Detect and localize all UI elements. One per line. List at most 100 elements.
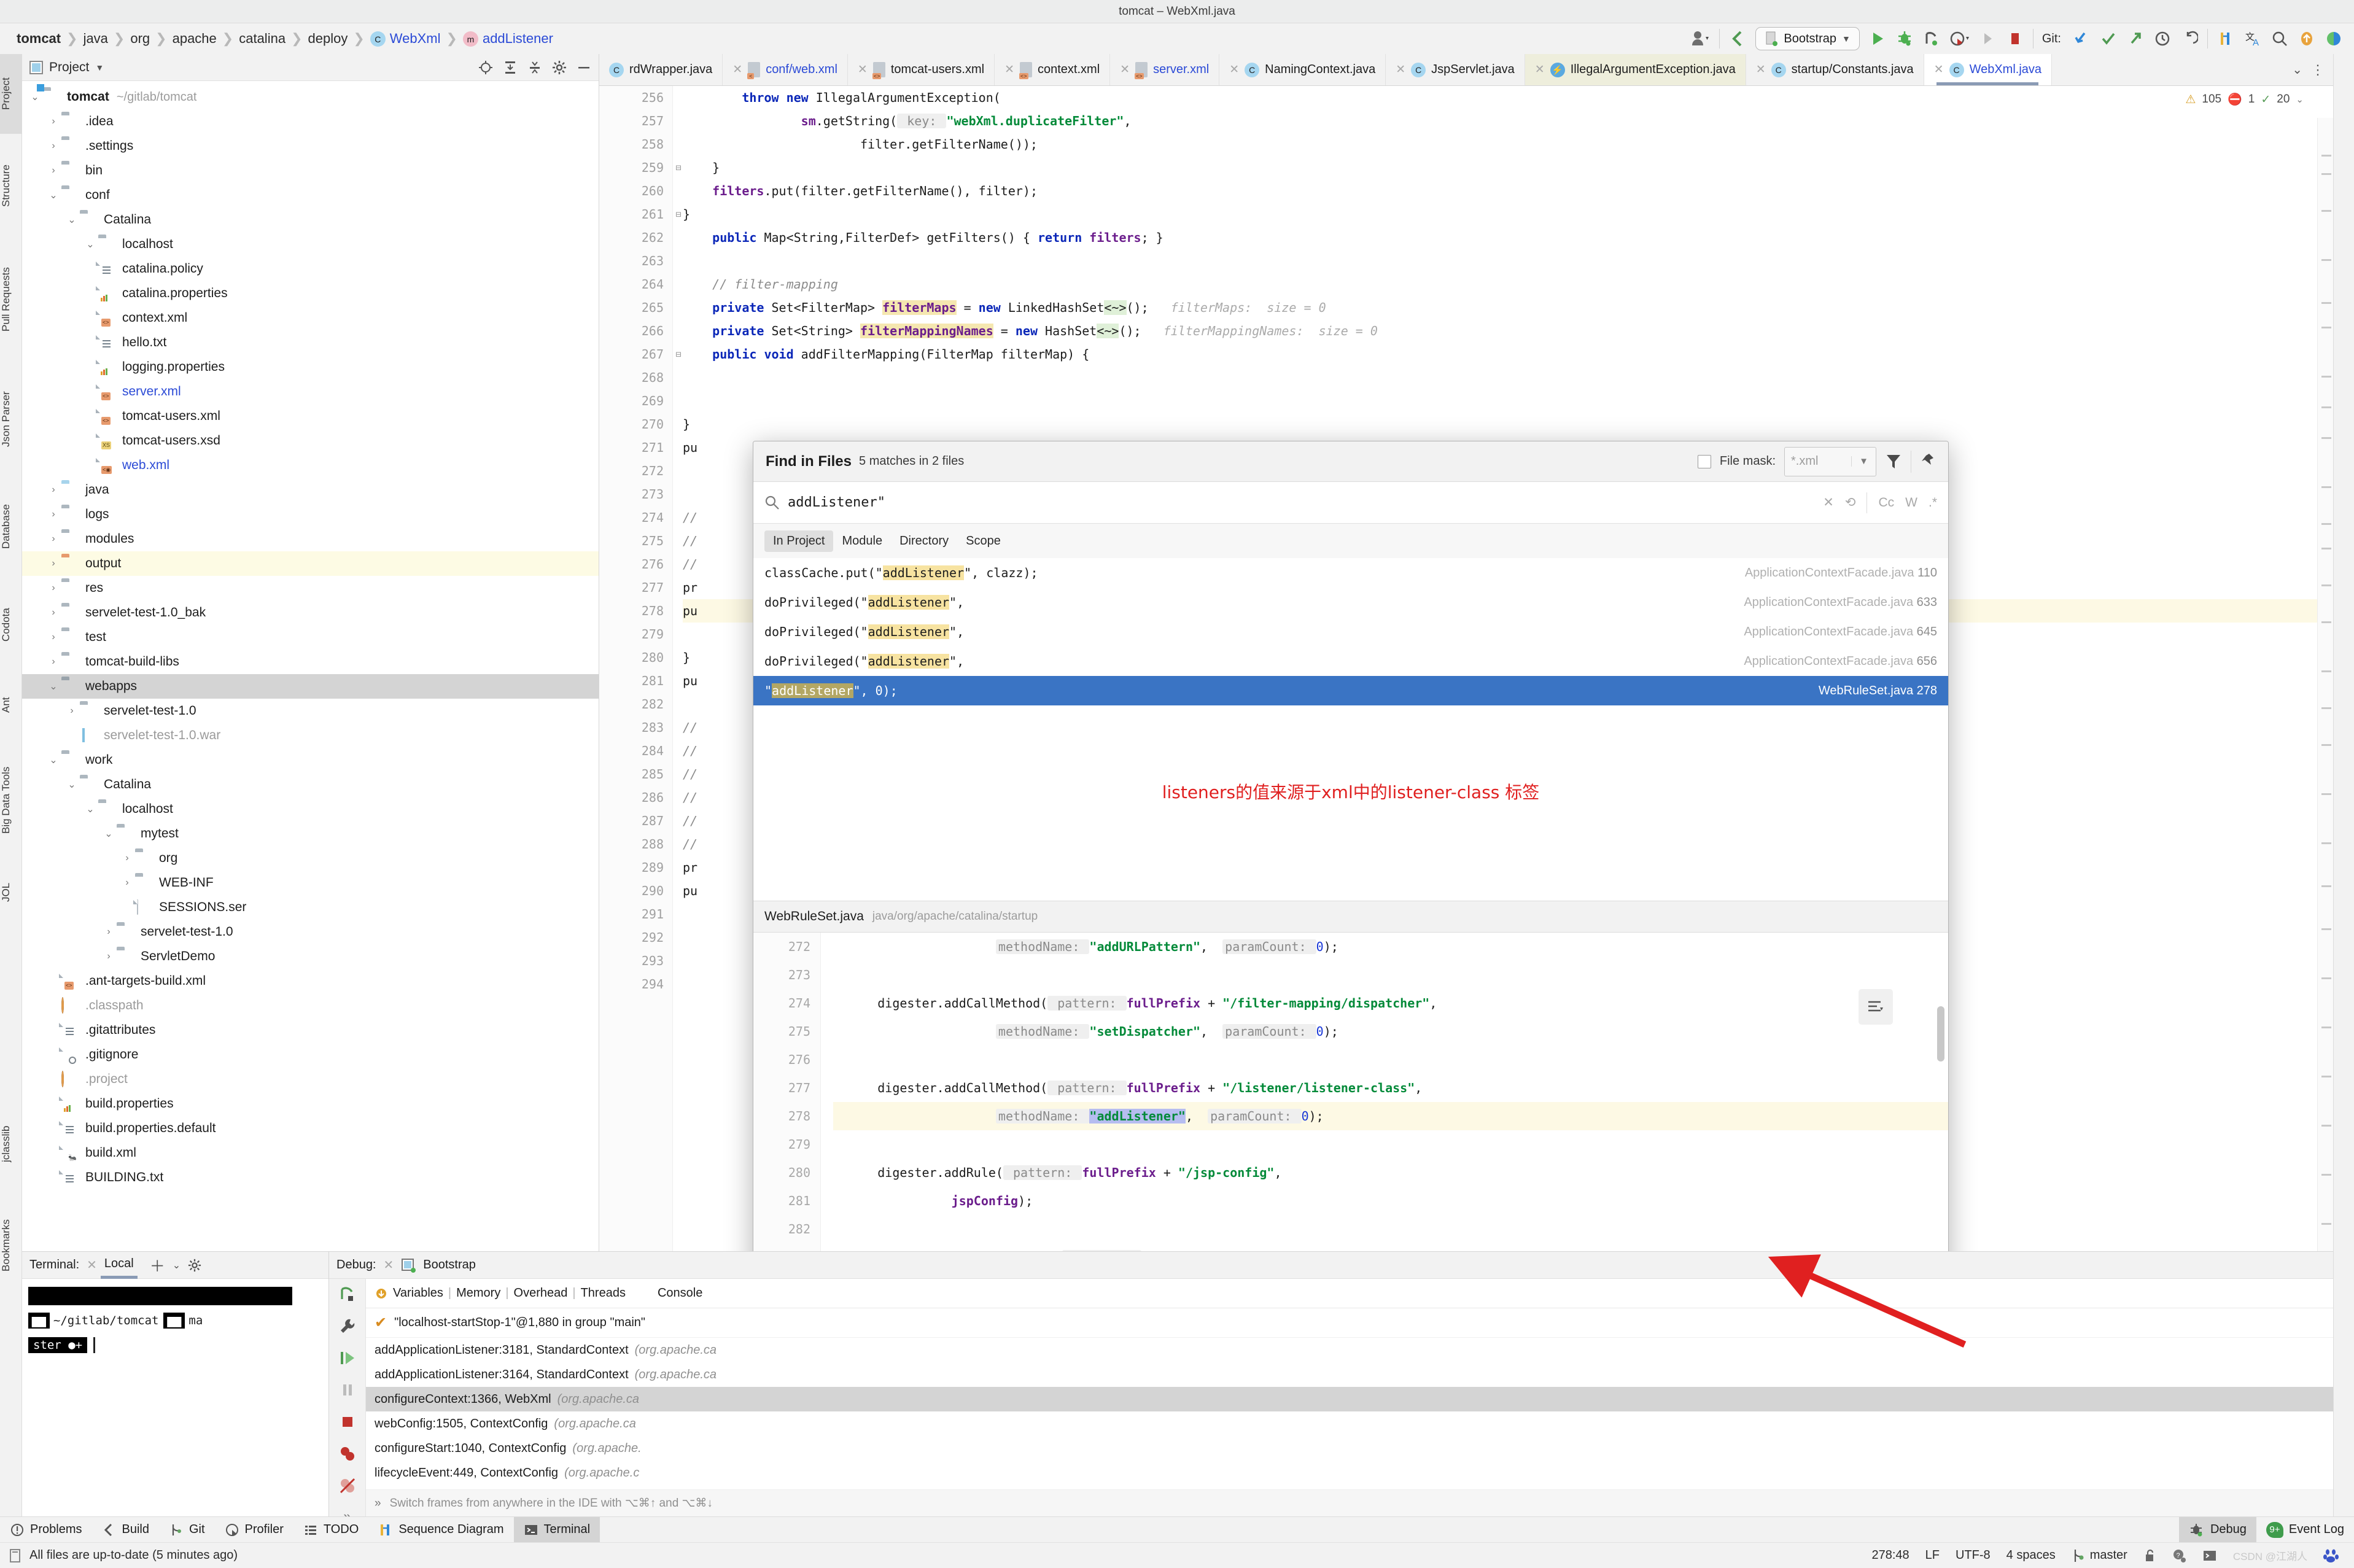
tree-expand-arrow[interactable]: › xyxy=(45,141,61,152)
collapse-all-icon[interactable] xyxy=(527,60,542,75)
tree-expand-arrow[interactable]: › xyxy=(101,926,117,937)
close-icon[interactable]: ✕ xyxy=(858,63,868,77)
tool-button-debug[interactable]: Debug xyxy=(2179,1517,2256,1543)
file-mask-checkbox[interactable] xyxy=(1698,455,1711,468)
preview-settings-icon[interactable] xyxy=(1859,989,1893,1025)
tree-expand-arrow[interactable]: › xyxy=(101,951,117,962)
updates-icon[interactable] xyxy=(2298,25,2316,52)
close-icon[interactable]: ✕ xyxy=(1756,63,1766,77)
close-icon[interactable]: ✕ xyxy=(87,1257,97,1273)
tree-node-build-properties-default[interactable]: build.properties.default xyxy=(22,1116,599,1141)
tree-node-servelet-test-1-0[interactable]: ›servelet-test-1.0 xyxy=(22,699,599,723)
tree-node-servelet-test-1-0-war[interactable]: servelet-test-1.0.war xyxy=(22,723,599,748)
resume-icon[interactable] xyxy=(338,1349,357,1367)
tree-node-webapps[interactable]: ⌄webapps xyxy=(22,674,599,699)
tree-expand-arrow[interactable]: ⌄ xyxy=(45,680,61,693)
tree-node-servelet-test-1-0-bak[interactable]: ›servelet-test-1.0_bak xyxy=(22,600,599,625)
step-icon[interactable] xyxy=(1979,25,1997,52)
marker-stripe[interactable] xyxy=(2321,584,2331,586)
marker-stripe[interactable] xyxy=(2321,977,2331,979)
settings-gear-icon[interactable] xyxy=(552,60,567,75)
tree-node--project[interactable]: .project xyxy=(22,1067,599,1092)
tab-threads[interactable]: Threads xyxy=(576,1286,631,1300)
more-icon[interactable]: » xyxy=(343,1508,351,1516)
tree-node-context-xml[interactable]: <>context.xml xyxy=(22,306,599,330)
expand-all-icon[interactable] xyxy=(503,60,518,75)
editor-tab-rdwrapper-java[interactable]: CrdWrapper.java xyxy=(599,54,723,85)
breadcrumb-item-tomcat[interactable]: tomcat xyxy=(11,31,66,47)
tree-node-localhost[interactable]: ⌄localhost xyxy=(22,232,599,257)
debug-tab-bootstrap[interactable]: Bootstrap xyxy=(423,1258,476,1272)
sidebar-item-big-data-tools[interactable]: Big Data Tools xyxy=(0,742,22,858)
git-commit-icon[interactable] xyxy=(2099,25,2118,52)
editor-tab-webxml-java[interactable]: ✕CWebXml.java xyxy=(1924,54,2052,85)
find-result-row[interactable]: doPrivileged("addListener",ApplicationCo… xyxy=(753,588,1948,617)
theme-icon[interactable] xyxy=(2325,25,2343,52)
close-icon[interactable]: ✕ xyxy=(1229,63,1239,77)
stop-icon[interactable] xyxy=(338,1413,357,1431)
tree-node-modules[interactable]: ›modules xyxy=(22,527,599,551)
locate-icon[interactable] xyxy=(478,60,493,75)
tree-node-server-xml[interactable]: <>server.xml xyxy=(22,379,599,404)
search-input[interactable]: addListener" xyxy=(788,495,1816,510)
project-panel-title[interactable]: Project xyxy=(49,60,89,75)
marker-stripe[interactable] xyxy=(2321,210,2331,212)
tree-node--ant-targets-build-xml[interactable]: <>.ant-targets-build.xml xyxy=(22,969,599,993)
hide-icon[interactable] xyxy=(577,60,591,75)
editor-tab-startup-constants-java[interactable]: ✕Cstartup/Constants.java xyxy=(1746,54,1924,85)
editor-tab-illegalargumentexception-java[interactable]: ✕⚡IllegalArgumentException.java xyxy=(1525,54,1746,85)
user-avatar-icon[interactable] xyxy=(1690,25,1711,52)
tree-expand-arrow[interactable]: ⌄ xyxy=(82,803,98,815)
lock-icon[interactable] xyxy=(2143,1548,2156,1563)
tree-expand-arrow[interactable]: ⌄ xyxy=(45,754,61,766)
debug-frame-row[interactable]: configureContext:1366, WebXml(org.apache… xyxy=(366,1387,2333,1411)
editor-tab-server-xml[interactable]: ✕server.xml xyxy=(1110,54,1219,85)
scope-scope[interactable]: Scope xyxy=(957,530,1009,552)
tree-expand-arrow[interactable]: ⌄ xyxy=(27,91,43,103)
sidebar-item-structure[interactable]: Structure xyxy=(0,140,22,232)
tree-expand-arrow[interactable]: › xyxy=(45,116,61,127)
tool-button-sequence-diagram[interactable]: Sequence Diagram xyxy=(368,1517,513,1543)
marker-stripe[interactable] xyxy=(2321,302,2331,304)
tab-console[interactable]: Console xyxy=(653,1286,707,1300)
chevron-down-icon[interactable]: ⌄ xyxy=(2292,62,2302,77)
tree-node-tomcat-users-xml[interactable]: <>tomcat-users.xml xyxy=(22,404,599,429)
tree-node-test[interactable]: ›test xyxy=(22,625,599,650)
rerun-icon[interactable] xyxy=(338,1285,357,1303)
marker-stripe[interactable] xyxy=(2321,1125,2331,1127)
find-result-row[interactable]: doPrivileged("addListener",ApplicationCo… xyxy=(753,617,1948,646)
find-results-list[interactable]: classCache.put("addListener", clazz);App… xyxy=(753,558,1948,705)
git-branch-widget[interactable]: master xyxy=(2072,1548,2127,1563)
sidebar-item-jol[interactable]: JOL xyxy=(0,864,22,920)
terminal-tab-local[interactable]: Local xyxy=(104,1257,134,1273)
indent-setting[interactable]: 4 spaces xyxy=(2006,1548,2056,1562)
marker-stripe[interactable] xyxy=(2321,928,2331,930)
tree-node--settings[interactable]: ›.settings xyxy=(22,134,599,158)
marker-stripe[interactable] xyxy=(2321,1223,2331,1225)
marker-stripe[interactable] xyxy=(2321,885,2331,887)
tree-node-build-xml[interactable]: 🐜build.xml xyxy=(22,1141,599,1165)
tree-expand-arrow[interactable]: › xyxy=(45,534,61,545)
history-icon[interactable] xyxy=(2153,25,2172,52)
scope-in-project[interactable]: In Project xyxy=(764,530,833,552)
tree-expand-arrow[interactable]: › xyxy=(45,632,61,643)
tool-button-todo[interactable]: TODO xyxy=(293,1517,368,1543)
find-result-row[interactable]: "addListener", 0);WebRuleSet.java 278 xyxy=(753,676,1948,705)
run-icon[interactable] xyxy=(1868,25,1887,52)
tree-node-tomcat-build-libs[interactable]: ›tomcat-build-libs xyxy=(22,650,599,674)
tool-button-event-log[interactable]: 9+ Event Log xyxy=(2256,1517,2354,1543)
tree-node-servelet-test-1-0[interactable]: ›servelet-test-1.0 xyxy=(22,920,599,944)
marker-stripe[interactable] xyxy=(2321,548,2331,549)
tree-expand-arrow[interactable]: › xyxy=(45,607,61,618)
find-search-row[interactable]: addListener" ✕ ⟲ Cc W .* xyxy=(753,482,1948,524)
marker-stripe[interactable] xyxy=(2321,707,2331,709)
tree-node-output[interactable]: ›output xyxy=(22,551,599,576)
tree-expand-arrow[interactable]: ⌄ xyxy=(101,828,117,840)
tree-node-web-xml[interactable]: <◉web.xml xyxy=(22,453,599,478)
tool-button-profiler[interactable]: Profiler xyxy=(215,1517,293,1543)
words-icon[interactable]: W xyxy=(1905,495,1917,510)
close-icon[interactable]: ✕ xyxy=(732,63,742,77)
tree-node-hello-txt[interactable]: hello.txt xyxy=(22,330,599,355)
tree-expand-arrow[interactable]: › xyxy=(45,583,61,594)
rollback-icon[interactable] xyxy=(2180,25,2199,52)
